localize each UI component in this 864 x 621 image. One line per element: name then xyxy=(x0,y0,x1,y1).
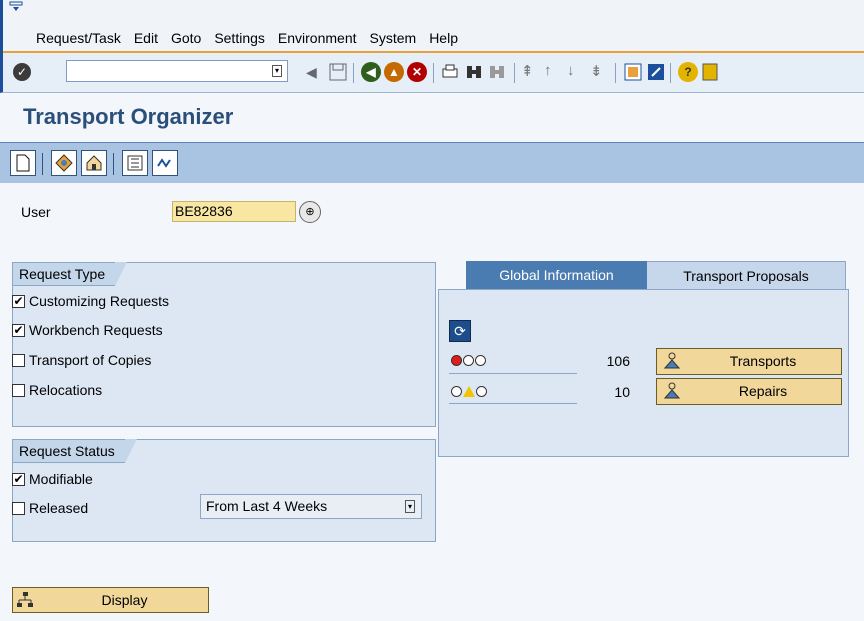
workbench-requests-checkbox[interactable]: ✔ Workbench Requests xyxy=(12,322,163,338)
check-mark-icon: ✔ xyxy=(13,293,24,308)
dropdown-icon[interactable]: ▾ xyxy=(405,500,415,513)
repairs-button[interactable]: Repairs xyxy=(656,378,842,405)
menu-request-task[interactable]: Request/Task xyxy=(36,30,121,46)
save-icon[interactable] xyxy=(328,62,348,82)
separator xyxy=(615,63,616,83)
person-icon xyxy=(663,352,681,369)
check-mark-icon: ✔ xyxy=(13,471,24,486)
menu-goto[interactable]: Goto xyxy=(171,30,201,46)
status-red-lights-icon xyxy=(451,355,487,366)
hierarchy-icon[interactable] xyxy=(122,150,148,176)
link-icon[interactable] xyxy=(152,150,178,176)
separator xyxy=(514,63,515,83)
released-checkbox[interactable]: Released xyxy=(12,500,88,516)
new-document-icon[interactable] xyxy=(10,150,36,176)
enter-icon[interactable]: ✓ xyxy=(13,63,31,81)
layout-icon[interactable] xyxy=(701,62,721,82)
relocations-checkbox[interactable]: Relocations xyxy=(12,382,102,398)
checkbox-box[interactable] xyxy=(12,501,25,515)
back-icon[interactable]: ◀ xyxy=(361,62,381,82)
request-status-group: Request Status xyxy=(12,439,436,542)
menu-bar: Request/Task Edit Goto Settings Environm… xyxy=(0,0,864,53)
checkbox-box[interactable]: ✔ xyxy=(12,293,25,308)
separator xyxy=(353,63,354,83)
request-type-title: Request Type xyxy=(12,262,128,286)
repairs-count: 10 xyxy=(614,384,630,400)
person-icon xyxy=(663,382,681,399)
cancel-icon[interactable]: ✕ xyxy=(407,62,427,82)
transport-of-copies-checkbox[interactable]: Transport of Copies xyxy=(12,352,151,368)
exit-icon[interactable]: ▲ xyxy=(384,62,404,82)
tab-global-information[interactable]: Global Information xyxy=(466,261,647,290)
transports-button[interactable]: Transports xyxy=(656,348,842,375)
find-icon[interactable] xyxy=(464,62,484,82)
help-icon[interactable]: ? xyxy=(678,62,698,82)
transports-count: 106 xyxy=(606,353,630,369)
last-page-icon[interactable]: ⇟ xyxy=(590,62,610,82)
separator xyxy=(42,153,43,175)
checkbox-box[interactable] xyxy=(12,353,25,367)
transport-home-icon[interactable] xyxy=(81,150,107,176)
row-divider xyxy=(449,373,577,374)
user-label: User xyxy=(21,204,51,220)
released-label: Released xyxy=(29,500,89,516)
request-type-group: Request Type xyxy=(12,262,436,427)
next-page-icon[interactable]: ↓ xyxy=(567,62,587,82)
separator xyxy=(433,63,434,83)
separator xyxy=(113,153,114,175)
separator xyxy=(670,63,671,83)
customizing-requests-label: Customizing Requests xyxy=(29,293,170,309)
arrow-left-icon[interactable]: ◀ xyxy=(306,64,317,81)
menu-system[interactable]: System xyxy=(370,30,417,46)
checkbox-box[interactable]: ✔ xyxy=(12,471,25,486)
checkbox-box[interactable]: ✔ xyxy=(12,322,25,337)
display-label: Display xyxy=(101,592,148,608)
shortcut-icon[interactable] xyxy=(646,62,666,82)
first-page-icon[interactable]: ⇞ xyxy=(521,62,541,82)
display-button[interactable]: Display xyxy=(12,587,209,613)
customizing-requests-checkbox[interactable]: ✔ Customizing Requests xyxy=(12,293,169,309)
period-value: From Last 4 Weeks xyxy=(206,498,328,514)
command-field[interactable]: ▾ xyxy=(66,60,288,82)
row-divider xyxy=(449,403,577,404)
system-menu-icon[interactable] xyxy=(9,1,23,13)
status-yellow-lights-icon xyxy=(451,386,488,397)
hierarchy-display-icon xyxy=(17,592,33,607)
user-search-icon[interactable]: ⊕ xyxy=(299,201,321,223)
system-toolbar: ✓ ▾ ◀ ◀ ▲ ✕ ⇞ ↑ ↓ ⇟ ? xyxy=(0,53,864,93)
relocations-label: Relocations xyxy=(29,382,103,398)
create-session-icon[interactable] xyxy=(623,62,643,82)
edit-object-icon[interactable] xyxy=(51,150,77,176)
tab-transport-proposals[interactable]: Transport Proposals xyxy=(647,261,846,290)
check-mark-icon: ✔ xyxy=(13,322,24,337)
refresh-icon[interactable]: ⟳ xyxy=(449,320,471,342)
user-input[interactable]: BE82836 xyxy=(172,201,296,222)
checkbox-box[interactable] xyxy=(12,383,25,397)
previous-page-icon[interactable]: ↑ xyxy=(544,62,564,82)
repairs-label: Repairs xyxy=(738,383,788,399)
workbench-requests-label: Workbench Requests xyxy=(29,322,163,338)
menu-help[interactable]: Help xyxy=(429,30,458,46)
command-history-icon[interactable]: ▾ xyxy=(272,65,282,77)
menu-environment[interactable]: Environment xyxy=(278,30,357,46)
print-icon[interactable] xyxy=(440,62,460,82)
modifiable-checkbox[interactable]: ✔ Modifiable xyxy=(12,471,93,487)
menu-edit[interactable]: Edit xyxy=(134,30,158,46)
request-status-title: Request Status xyxy=(12,439,137,463)
find-next-icon[interactable] xyxy=(487,62,507,82)
period-dropdown[interactable]: From Last 4 Weeks ▾ xyxy=(200,494,422,519)
page-title: Transport Organizer xyxy=(23,104,234,129)
transport-of-copies-label: Transport of Copies xyxy=(29,352,152,368)
modifiable-label: Modifiable xyxy=(29,471,93,487)
transports-label: Transports xyxy=(729,353,797,369)
menu-settings[interactable]: Settings xyxy=(214,30,265,46)
menu-items: Request/Task Edit Goto Settings Environm… xyxy=(36,30,458,46)
